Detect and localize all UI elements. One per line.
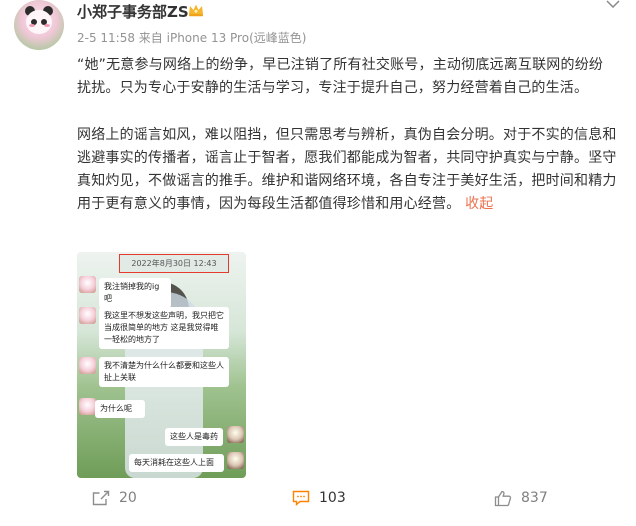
chat-bubble: 这些人是毒药 <box>165 428 223 446</box>
like-count: 837 <box>521 490 548 506</box>
chat-avatar-left <box>79 307 96 324</box>
chat-bubble: 每天消耗在这些人上面 <box>129 454 224 472</box>
comment-icon <box>292 490 310 506</box>
chat-bubble: 我这里不想发这些声明，我只把它当成很简单的地方 这是我觉得唯一轻松的地方了 <box>99 307 229 349</box>
repost-icon <box>92 490 110 506</box>
chat-bubble: 我不清楚为什么什么都要和这些人扯上关联 <box>99 357 229 387</box>
chat-avatar-left <box>79 276 96 293</box>
comment-button[interactable]: 103 <box>292 488 346 508</box>
chat-bubble: 为什么呢 <box>95 400 145 418</box>
avatar[interactable] <box>14 0 64 50</box>
chat-date-highlight: 2022年8月30日 12:43 <box>119 254 229 273</box>
post-paragraph: 网络上的谣言如风，难以阻挡，但只需思考与辨析，真伪自会分明。对于不实的信息和逃避… <box>77 124 617 216</box>
more-menu-icon[interactable] <box>606 0 620 8</box>
username[interactable]: 小郑子事务部ZS <box>77 1 189 22</box>
chat-avatar-left <box>79 357 96 374</box>
avatar-face <box>26 10 52 34</box>
post-meta: 2-5 11:58 来自 iPhone 13 Pro(远峰蓝色) <box>77 31 307 45</box>
avatar-blush-left <box>29 24 35 27</box>
action-bar: 20 103 837 <box>0 488 636 508</box>
repost-count: 20 <box>119 490 137 506</box>
chat-avatar-right <box>227 452 244 469</box>
like-icon <box>494 490 512 506</box>
comment-count: 103 <box>319 490 346 506</box>
repost-button[interactable]: 20 <box>92 488 137 508</box>
chat-screenshot-image[interactable]: 2022年8月30日 12:43 我注销掉我的ig吧 我这里不想发这些声明，我只… <box>77 252 246 478</box>
vip-crown-icon <box>189 4 203 17</box>
collapse-link[interactable]: 收起 <box>465 196 493 212</box>
post-paragraph-text: 网络上的谣言如风，难以阻挡，但只需思考与辨析，真伪自会分明。对于不实的信息和逃避… <box>77 127 617 212</box>
chat-avatar-left <box>79 398 96 415</box>
chat-avatar-right <box>227 426 244 443</box>
post-body: “她”无意参与网络上的纷争，早已注销了所有社交账号，主动彻底远离互联网的纷纷扰扰… <box>77 54 617 216</box>
like-button[interactable]: 837 <box>494 488 548 508</box>
post-paragraph: “她”无意参与网络上的纷争，早已注销了所有社交账号，主动彻底远离互联网的纷纷扰扰… <box>77 57 604 96</box>
avatar-blush-right <box>44 24 50 27</box>
chat-bubble: 我注销掉我的ig吧 <box>99 278 171 308</box>
